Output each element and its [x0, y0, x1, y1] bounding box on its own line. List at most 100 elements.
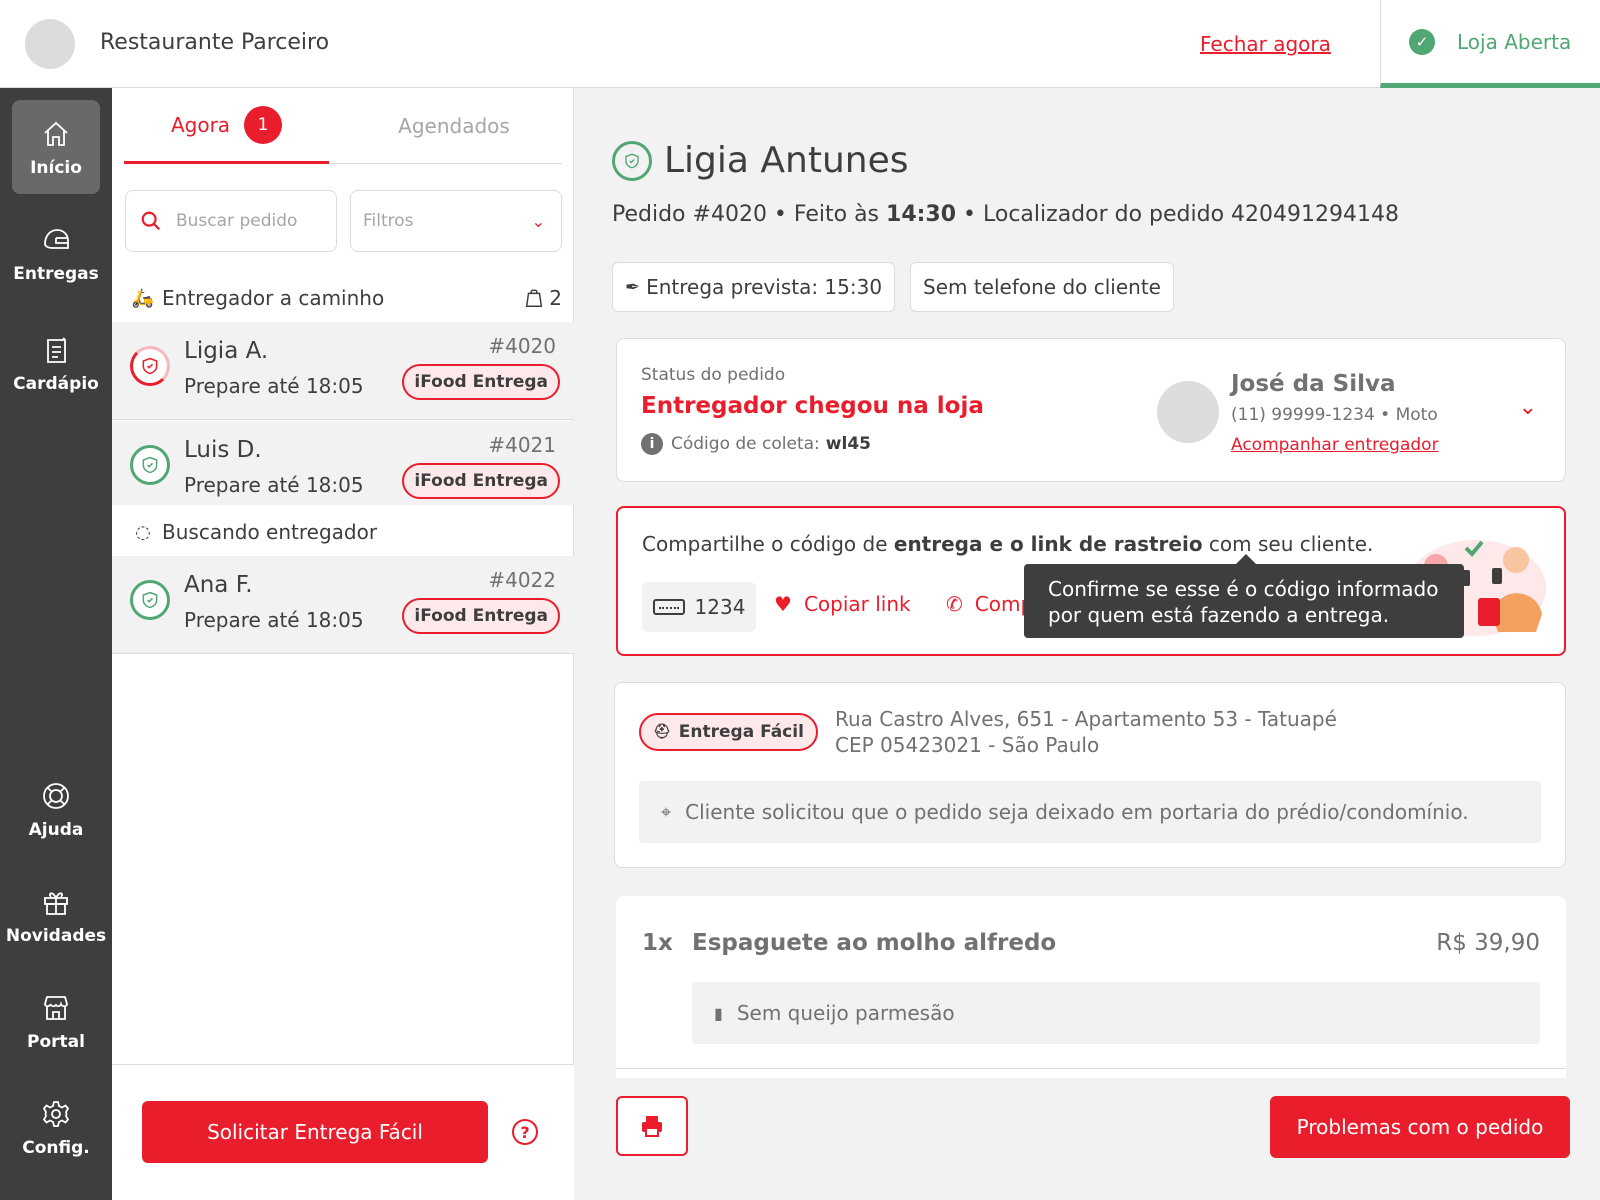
order-row[interactable]: Ana F. Prepare até 18:05 #4022 iFood Ent… [112, 556, 574, 654]
list-footer: Solicitar Entrega Fácil ? [112, 1064, 574, 1200]
store-avatar [25, 19, 75, 69]
item-note: ▮ Sem queijo parmesão [692, 982, 1540, 1044]
shield-icon [142, 456, 158, 474]
status-card: Status do pedido Entregador chegou na lo… [616, 338, 1566, 482]
sidebar-item-label: Ajuda [28, 820, 84, 840]
delivery-code: 1234 [694, 595, 746, 619]
pickup-code-label: Código de coleta: [671, 434, 820, 454]
phone-chip: Sem telefone do cliente [910, 262, 1174, 312]
progress-ring [130, 580, 170, 620]
sidebar-item-ajuda[interactable]: Ajuda [12, 762, 100, 856]
filter-dropdown[interactable]: Filtros ⌄ [350, 190, 562, 252]
helmet-icon [38, 222, 74, 258]
pencil-icon: ✒ [625, 276, 641, 298]
address-card: ⛑ Entrega Fácil Rua Castro Alves, 651 - … [614, 682, 1566, 868]
prep-time: Prepare até 18:05 [184, 374, 364, 398]
track-driver-link[interactable]: Acompanhar entregador [1231, 435, 1439, 455]
main-sidebar: Início Entregas Cardápio Ajuda Novidades… [0, 88, 112, 1200]
search-box [125, 190, 337, 252]
order-problems-button[interactable]: Problemas com o pedido [1270, 1096, 1570, 1158]
close-store-link[interactable]: Fechar agora [1200, 32, 1331, 56]
status-value: Entregador chegou na loja [641, 393, 984, 419]
print-button[interactable] [616, 1096, 688, 1156]
section-title: Entregador a caminho [162, 286, 385, 310]
easy-delivery-tag: ⛑ Entrega Fácil [639, 713, 818, 751]
sidebar-item-portal[interactable]: Portal [12, 974, 100, 1068]
share-text-post: com seu cliente. [1202, 532, 1374, 556]
helmet-icon: ⛑ [653, 724, 671, 740]
sidebar-item-label: Início [30, 158, 82, 178]
divider [616, 1068, 1566, 1069]
order-row[interactable]: Luis D. Prepare até 18:05 #4021 iFood En… [112, 421, 574, 505]
request-easy-delivery-button[interactable]: Solicitar Entrega Fácil [142, 1101, 488, 1163]
order-locator: • Localizador do pedido 420491294148 [956, 202, 1400, 227]
filter-label: Filtros [363, 211, 414, 231]
lifebuoy-icon [38, 778, 74, 814]
keyboard-icon [652, 599, 685, 615]
sidebar-item-label: Portal [27, 1032, 85, 1052]
section-driver-on-way: 🛵 Entregador a caminho 2 [132, 278, 562, 318]
sidebar-item-entregas[interactable]: Entregas [12, 206, 100, 300]
customer-name: Luis D. [184, 437, 262, 463]
sidebar-item-config[interactable]: Config. [12, 1080, 100, 1174]
search-input[interactable] [176, 211, 326, 231]
tab-agendados[interactable]: Agendados [354, 88, 554, 164]
progress-ring [130, 346, 170, 386]
tab-agora[interactable]: Agora 1 [124, 88, 329, 164]
eta-chip: ✒ Entrega prevista: 15:30 [612, 262, 896, 312]
orders-panel: Agora 1 Agendados Filtros ⌄ 🛵 Entregador… [112, 88, 574, 1200]
customer-full-name: Ligia Antunes [664, 140, 909, 181]
chevron-down-icon: ⌄ [531, 211, 545, 231]
sidebar-item-novidades[interactable]: Novidades [6, 868, 106, 962]
whatsapp-icon: ✆ [946, 592, 963, 616]
pickup-code: i Código de coleta: wl45 [641, 433, 871, 455]
copy-link-button[interactable]: ♥ Copiar link [774, 592, 911, 616]
driver-avatar [1157, 381, 1219, 443]
item-note-text: Sem queijo parmesão [736, 1001, 955, 1025]
order-time: 14:30 [886, 202, 957, 227]
delivery-tag: iFood Entrega [402, 463, 560, 499]
items-card: 1x Espaguete ao molho alfredo R$ 39,90 ▮… [616, 896, 1566, 1086]
item-price: R$ 39,90 [1436, 930, 1540, 956]
order-summary: Pedido #4020 • Feito às 14:30 • Localiza… [612, 202, 1399, 227]
sidebar-item-label: Cardápio [13, 374, 99, 394]
menu-book-icon [38, 332, 74, 368]
bag-count: 2 [523, 286, 562, 310]
help-icon[interactable]: ? [512, 1119, 538, 1145]
item-name: Espaguete ao molho alfredo [692, 930, 1057, 956]
order-number: #4021 [488, 433, 556, 457]
shield-icon [612, 140, 652, 181]
address-line-1: Rua Castro Alves, 651 - Apartamento 53 -… [835, 707, 1337, 731]
store-status-toggle[interactable]: ✓ Loja Aberta [1380, 0, 1600, 88]
sidebar-item-inicio[interactable]: Início [12, 100, 100, 194]
driver-info: (11) 99999-1234 • Moto [1231, 405, 1438, 425]
shield-icon [142, 591, 158, 609]
section-searching-driver: ◌ Buscando entregador [132, 512, 562, 552]
detail-title: Ligia Antunes [612, 140, 909, 181]
customer-name: Ligia A. [184, 338, 269, 364]
progress-ring [130, 445, 170, 485]
location-pin-icon: ⌖ [661, 801, 672, 823]
info-icon[interactable]: i [641, 433, 663, 455]
order-detail: Ligia Antunes Pedido #4020 • Feito às 14… [574, 88, 1600, 1200]
order-prefix: Pedido #4020 • Feito às [612, 202, 887, 227]
order-row[interactable]: Ligia A. Prepare até 18:05 #4020 iFood E… [112, 322, 574, 420]
sidebar-item-cardapio[interactable]: Cardápio [12, 316, 100, 410]
detail-footer: Problemas com o pedido [574, 1078, 1600, 1200]
store-status-label: Loja Aberta [1457, 29, 1572, 54]
check-icon: ✓ [1409, 28, 1435, 55]
section-title: Buscando entregador [162, 520, 378, 544]
store-icon [38, 990, 74, 1026]
top-header: Restaurante Parceiro Fechar agora ✓ Loja… [0, 0, 1600, 88]
eta-label: Entrega prevista: 15:30 [646, 275, 883, 299]
bag-count-value: 2 [549, 286, 562, 310]
motorcycle-icon: 🛵 [131, 287, 155, 309]
status-label: Status do pedido [641, 365, 786, 385]
chevron-down-icon[interactable]: ⌄ [1519, 395, 1537, 420]
easy-delivery-label: Entrega Fácil [678, 722, 804, 742]
address-line-2: CEP 05423021 - São Paulo [835, 733, 1100, 757]
shield-icon [142, 357, 158, 375]
order-tabs: Agora 1 Agendados [124, 88, 562, 164]
share-text: Compartilhe o código de entrega e o link… [642, 532, 1373, 556]
order-number: #4020 [488, 334, 556, 358]
